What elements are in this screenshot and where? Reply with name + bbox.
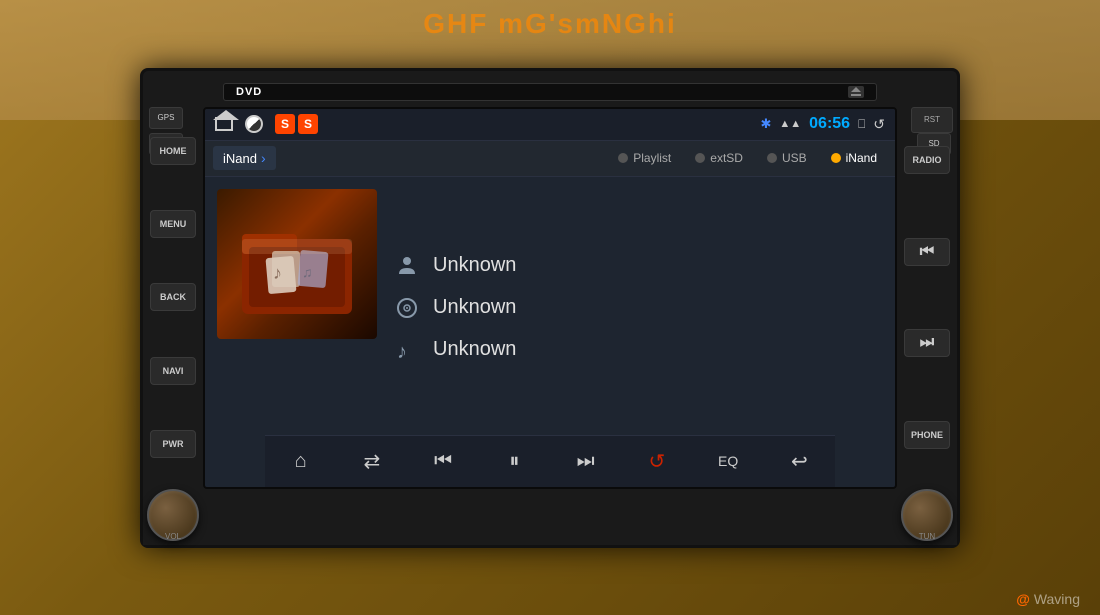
tab-dot-playlist bbox=[618, 153, 628, 163]
artist-row: Unknown bbox=[393, 252, 883, 280]
prev-button[interactable]: ⏮ bbox=[425, 443, 461, 479]
left-buttons-panel: HOME MENU BACK NAVI PWR bbox=[143, 107, 203, 489]
back-side-button[interactable]: BACK bbox=[150, 283, 196, 311]
tab-extsd[interactable]: extSD bbox=[685, 147, 753, 169]
shuffle-button[interactable]: ⇄ bbox=[354, 443, 390, 479]
tab-dot-extsd bbox=[695, 153, 705, 163]
screen: S S ✱ ▲▲ 06:56 ⎕ ↺ iNand › Playlist bbox=[203, 107, 897, 489]
tab-extsd-label: extSD bbox=[710, 151, 743, 165]
tab-playlist-label: Playlist bbox=[633, 151, 671, 165]
chevron-icon: › bbox=[261, 150, 266, 166]
car-unit: DVD GPS MIC RST SD HOME MENU BACK NAVI P… bbox=[140, 68, 960, 548]
disc-icon bbox=[393, 294, 421, 322]
bottom-controls: ⌂ ⇄ ⏮ ⏸ ⏭ ↺ EQ ↩ bbox=[265, 435, 835, 487]
pwr-side-button[interactable]: PWR bbox=[150, 430, 196, 458]
tab-playlist[interactable]: Playlist bbox=[608, 147, 681, 169]
ss-badges: S S bbox=[275, 114, 318, 134]
menu-side-button[interactable]: MENU bbox=[150, 210, 196, 238]
tab-group: Playlist extSD USB iNand bbox=[608, 147, 887, 169]
screen-home-button[interactable]: ⌂ bbox=[283, 443, 319, 479]
phone-button[interactable]: PHONE bbox=[904, 421, 950, 449]
screen-cast-icon: ⎕ bbox=[858, 117, 865, 132]
home-side-button[interactable]: HOME bbox=[150, 137, 196, 165]
tab-dot-inand bbox=[831, 153, 841, 163]
artist-icon bbox=[393, 252, 421, 280]
title-row: ♪ Unknown bbox=[393, 336, 883, 364]
status-left: S S bbox=[215, 114, 318, 134]
radio-button[interactable]: RADIO bbox=[904, 146, 950, 174]
watermark-text: @ Waving bbox=[1016, 591, 1080, 607]
status-bar: S S ✱ ▲▲ 06:56 ⎕ ↺ bbox=[205, 109, 895, 141]
tun-label: TUN bbox=[901, 532, 953, 541]
tab-inand[interactable]: iNand bbox=[821, 147, 887, 169]
album-row: Unknown bbox=[393, 294, 883, 322]
bottom-strip: VOL TUN bbox=[143, 489, 957, 545]
tab-inand-label: iNand bbox=[846, 151, 877, 165]
ss-badge-1: S bbox=[275, 114, 295, 134]
artist-text: Unknown bbox=[433, 254, 516, 277]
source-label-text: iNand bbox=[223, 151, 257, 166]
track-info: Unknown Unknown bbox=[393, 189, 883, 427]
next-button[interactable]: ⏭ bbox=[568, 443, 604, 479]
wifi-icon: ▲▲ bbox=[779, 118, 801, 130]
right-buttons-panel: RADIO ⏮ ⏭ PHONE bbox=[897, 107, 957, 489]
skip-prev-right[interactable]: ⏮ bbox=[904, 238, 950, 266]
skip-next-right[interactable]: ⏭ bbox=[904, 329, 950, 357]
svg-text:♪: ♪ bbox=[397, 341, 407, 362]
home-icon[interactable] bbox=[215, 117, 233, 131]
eq-button[interactable]: EQ bbox=[710, 443, 746, 479]
play-pause-button[interactable]: ⏸ bbox=[496, 443, 532, 479]
title-text: Unknown bbox=[433, 338, 516, 361]
folder-svg: ♪ ♫ bbox=[237, 209, 357, 319]
eject-button[interactable] bbox=[848, 86, 864, 98]
navi-side-button[interactable]: NAVI bbox=[150, 357, 196, 385]
back-status-icon: ↺ bbox=[873, 116, 885, 133]
source-tabs: iNand › Playlist extSD USB iNan bbox=[205, 141, 895, 177]
status-right: ✱ ▲▲ 06:56 ⎕ ↺ bbox=[760, 115, 885, 133]
svg-text:♫: ♫ bbox=[302, 264, 313, 280]
disc-label: DVD bbox=[236, 86, 262, 98]
time-display: 06:56 bbox=[809, 115, 850, 133]
source-inand-nav[interactable]: iNand › bbox=[213, 146, 276, 170]
main-content: ♪ ♫ Unknown bbox=[205, 177, 895, 439]
bluetooth-icon: ✱ bbox=[760, 116, 771, 132]
album-text: Unknown bbox=[433, 296, 516, 319]
disc-slot: DVD bbox=[223, 83, 877, 101]
back-button[interactable]: ↩ bbox=[781, 443, 817, 479]
tab-usb[interactable]: USB bbox=[757, 147, 817, 169]
music-note-icon: ♪ bbox=[393, 336, 421, 364]
repeat-button[interactable]: ↺ bbox=[639, 443, 675, 479]
tab-dot-usb bbox=[767, 153, 777, 163]
vol-label: VOL bbox=[147, 532, 199, 541]
brand-top-text: GHF mG'smNGhi bbox=[423, 8, 677, 40]
brightness-icon[interactable] bbox=[245, 115, 263, 133]
ss-badge-2: S bbox=[298, 114, 318, 134]
album-art: ♪ ♫ bbox=[217, 189, 377, 339]
tab-usb-label: USB bbox=[782, 151, 807, 165]
svg-text:♪: ♪ bbox=[273, 263, 282, 283]
